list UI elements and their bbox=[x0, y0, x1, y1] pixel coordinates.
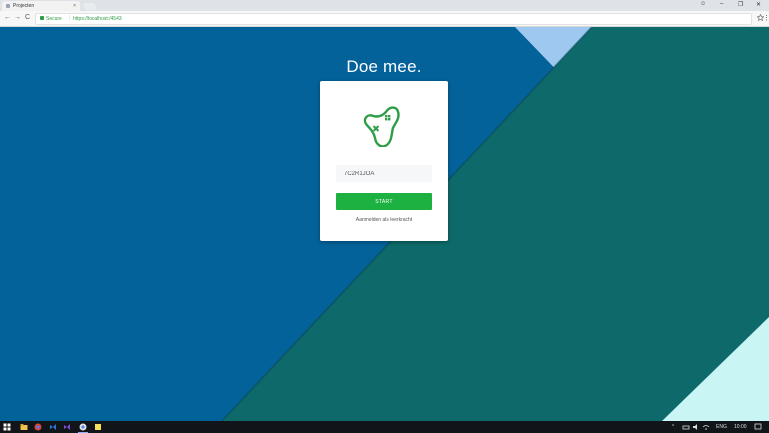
address-separator: | bbox=[69, 15, 71, 21]
page-favicon-icon bbox=[6, 4, 10, 8]
windows-start-icon[interactable] bbox=[3, 423, 11, 431]
start-button[interactable]: START bbox=[336, 193, 432, 210]
network-icon[interactable] bbox=[682, 423, 690, 431]
browser-menu-icon[interactable]: ⋮ bbox=[763, 14, 769, 22]
browser-tabstrip: Projecten × ☺ – ❐ ✕ bbox=[0, 0, 769, 11]
volume-icon[interactable] bbox=[692, 423, 700, 431]
teacher-login-link[interactable]: Aanmelden als leerkracht bbox=[320, 217, 448, 223]
page-content: Doe mee. START Aanmelden als leerkracht bbox=[0, 27, 769, 421]
taskbar: ^ ENG 10:00 bbox=[0, 421, 769, 433]
account-icon[interactable]: ☺ bbox=[700, 1, 706, 7]
language-indicator[interactable]: ENG bbox=[716, 424, 727, 430]
tab-projecten[interactable]: Projecten × bbox=[2, 1, 80, 11]
forward-button[interactable]: → bbox=[14, 14, 21, 21]
visual-studio-code-icon[interactable] bbox=[63, 423, 71, 431]
url-text[interactable]: https://localhost:/4543 bbox=[73, 16, 122, 22]
clock[interactable]: 10:00 bbox=[734, 424, 747, 430]
maximize-button[interactable]: ❐ bbox=[738, 1, 743, 8]
address-bar[interactable]: Secure | https://localhost:/4543 bbox=[35, 13, 752, 25]
chrome-icon[interactable] bbox=[34, 423, 42, 431]
notification-icon[interactable] bbox=[754, 423, 762, 431]
secure-label: Secure bbox=[46, 16, 62, 22]
tab-title: Projecten bbox=[13, 3, 35, 9]
gamepad-icon bbox=[363, 106, 400, 147]
browser-toolbar: ← → C Secure | https://localhost:/4543 ⋮ bbox=[0, 11, 769, 27]
close-window-button[interactable]: ✕ bbox=[756, 1, 761, 8]
wifi-icon[interactable] bbox=[702, 423, 710, 431]
chrome-active-icon[interactable] bbox=[79, 423, 87, 431]
lock-icon bbox=[40, 16, 44, 20]
tray-chevron-icon[interactable]: ^ bbox=[672, 424, 674, 430]
sticky-notes-icon[interactable] bbox=[94, 423, 102, 431]
page-title: Doe mee. bbox=[346, 57, 422, 76]
join-card: START Aanmelden als leerkracht bbox=[320, 81, 448, 241]
minimize-button[interactable]: – bbox=[720, 1, 723, 7]
tab-close-icon[interactable]: × bbox=[73, 3, 76, 9]
new-tab-button[interactable] bbox=[82, 3, 98, 10]
back-button[interactable]: ← bbox=[4, 14, 11, 21]
game-code-input[interactable] bbox=[336, 165, 432, 182]
visual-studio-icon[interactable] bbox=[49, 423, 57, 431]
file-explorer-icon[interactable] bbox=[20, 423, 28, 431]
reload-button[interactable]: C bbox=[25, 14, 30, 21]
teal-shape bbox=[222, 27, 769, 421]
